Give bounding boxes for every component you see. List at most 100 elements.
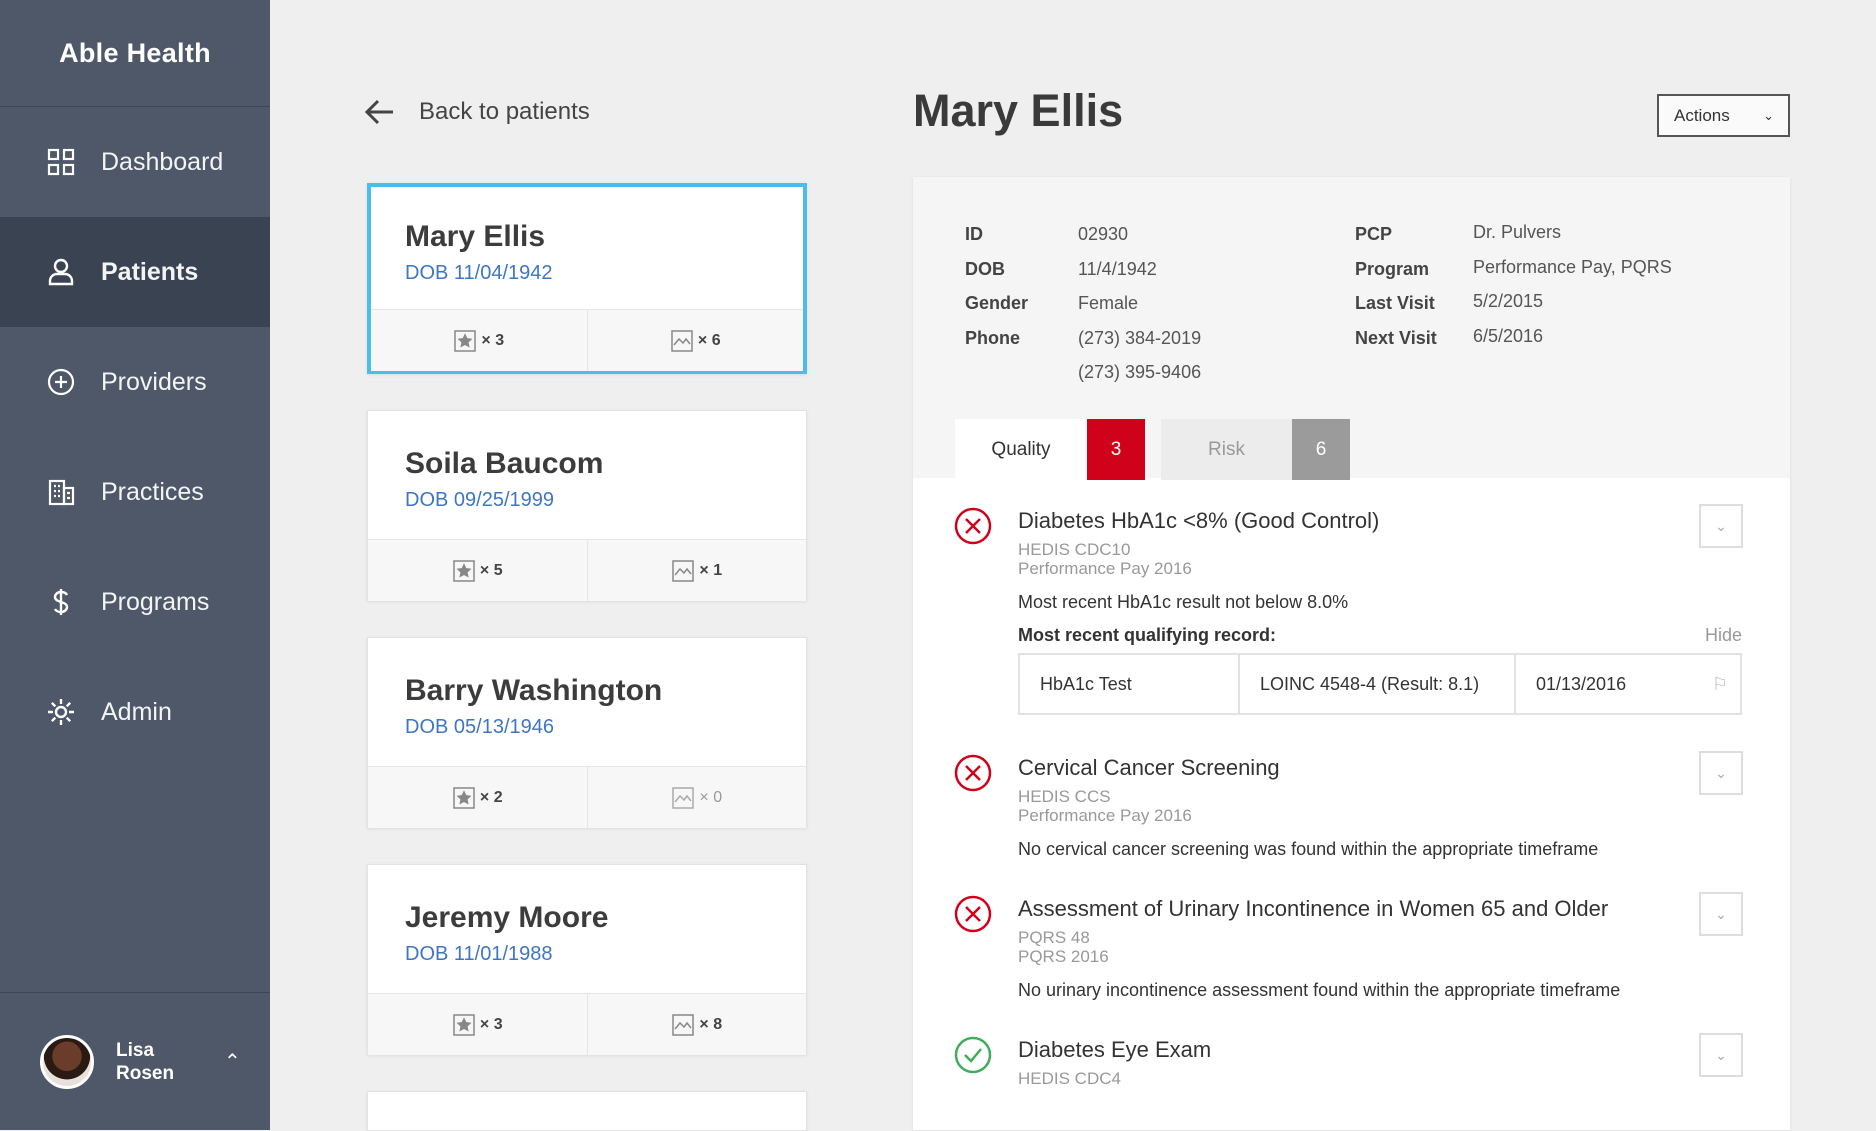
measure-item: Diabetes HbA1c <8% (Good Control) HEDIS … — [913, 504, 1790, 715]
measure-title: Assessment of Urinary Incontinence in Wo… — [1018, 896, 1609, 921]
chart-box-icon — [672, 1013, 695, 1036]
arrow-left-icon — [364, 99, 393, 125]
patient-dob: DOB 09/25/1999 — [405, 489, 554, 511]
patient-card[interactable] — [367, 1091, 807, 1131]
record-test: HbA1c Test — [1040, 673, 1132, 694]
measure-code: HEDIS CCS — [1018, 787, 1111, 806]
quality-count[interactable]: × 3 — [368, 994, 588, 1055]
risk-count[interactable]: × 6 — [588, 310, 804, 371]
patient-name: Soila Baucom — [405, 447, 604, 480]
building-icon — [48, 479, 75, 506]
patient-dob: DOB 11/04/1942 — [405, 262, 553, 284]
sidebar-item-providers[interactable]: Providers — [0, 327, 270, 437]
measure-title: Diabetes HbA1c <8% (Good Control) — [1018, 508, 1380, 533]
patient-name: Mary Ellis — [405, 220, 546, 253]
sidebar-item-label: Admin — [101, 697, 172, 726]
chevron-up-icon[interactable]: ⌃ — [224, 1049, 241, 1074]
patient-card[interactable]: Barry Washington DOB 05/13/1946 × 2 × 0 — [367, 637, 807, 828]
expand-toggle[interactable]: ⌄ — [1699, 504, 1743, 548]
fail-x-icon — [954, 507, 992, 545]
info-labels-left: ID DOB Gender Phone — [965, 224, 1029, 348]
info-labels-right: PCP Program Last Visit Next Visit — [1355, 224, 1437, 348]
info-values-left: 02930 11/4/1942 Female (273) 384-2019 (2… — [1078, 224, 1202, 382]
patient-card[interactable]: Jeremy Moore DOB 11/01/1988 × 3 × 8 — [367, 864, 807, 1055]
sidebar-item-dashboard[interactable]: Dashboard — [0, 107, 270, 217]
person-icon — [48, 258, 74, 286]
hide-link[interactable]: Hide — [1705, 625, 1742, 646]
measure-code: HEDIS CDC10 — [1018, 540, 1131, 559]
page-title: Mary Ellis — [913, 85, 1124, 136]
record-heading: Most recent qualifying record: — [1018, 625, 1277, 645]
measure-code: HEDIS CDC4 — [1018, 1069, 1121, 1088]
sidebar-item-label: Providers — [101, 367, 207, 396]
actions-dropdown[interactable]: Actions ⌄ — [1657, 94, 1790, 137]
star-box-icon — [453, 1013, 475, 1036]
quality-count[interactable]: × 3 — [371, 310, 588, 371]
quality-count[interactable]: × 2 — [368, 767, 588, 828]
expand-toggle[interactable]: ⌄ — [1699, 751, 1743, 795]
risk-count-badge[interactable]: 6 — [1292, 419, 1350, 480]
tab-quality[interactable]: Quality — [955, 419, 1087, 480]
dollar-icon — [53, 589, 69, 615]
measure-item: Assessment of Urinary Incontinence in Wo… — [913, 892, 1790, 1001]
sidebar: Able Health Dashboard Patients Providers… — [0, 0, 270, 1130]
info-values-right: Dr. Pulvers Performance Pay, PQRS 5/2/20… — [1473, 222, 1672, 346]
fail-x-icon — [954, 754, 992, 792]
risk-count[interactable]: × 0 — [588, 767, 807, 828]
star-box-icon — [453, 786, 475, 809]
measure-program: PQRS 2016 — [1018, 947, 1109, 966]
quality-count[interactable]: × 5 — [368, 540, 588, 601]
star-box-icon — [453, 559, 475, 582]
patient-name: Jeremy Moore — [405, 901, 609, 934]
measure-program: Performance Pay 2016 — [1018, 806, 1192, 825]
plus-circle-icon — [47, 368, 75, 396]
actions-label: Actions — [1674, 105, 1730, 125]
avatar — [40, 1034, 94, 1089]
patient-list: Mary Ellis DOB 11/04/1942 × 3 × 6 Soila … — [367, 183, 807, 1131]
measure-title: Diabetes Eye Exam — [1018, 1037, 1212, 1062]
risk-count[interactable]: × 1 — [588, 540, 807, 601]
chart-box-icon — [672, 786, 695, 809]
patient-card[interactable]: Soila Baucom DOB 09/25/1999 × 5 × 1 — [367, 410, 807, 601]
gear-icon — [48, 699, 74, 725]
measure-list: Diabetes HbA1c <8% (Good Control) HEDIS … — [913, 478, 1790, 1088]
measure-title: Cervical Cancer Screening — [1018, 755, 1280, 780]
chart-box-icon — [672, 559, 695, 582]
patient-name: Barry Washington — [405, 674, 663, 707]
expand-toggle[interactable]: ⌄ — [1699, 1033, 1743, 1077]
sidebar-item-label: Programs — [101, 587, 210, 616]
fail-x-icon — [954, 895, 992, 933]
sidebar-item-admin[interactable]: Admin — [0, 657, 270, 767]
back-to-patients-link[interactable]: Back to patients — [363, 95, 590, 129]
brand-logo[interactable]: Able Health — [0, 0, 270, 107]
flag-icon[interactable]: ⚐ — [1712, 674, 1740, 695]
sidebar-item-label: Patients — [101, 257, 199, 286]
measure-program: Performance Pay 2016 — [1018, 559, 1192, 578]
patient-info: ID DOB Gender Phone 02930 11/4/1942 Fema… — [913, 177, 1790, 480]
quality-count-badge[interactable]: 3 — [1087, 419, 1145, 480]
grid-icon — [47, 148, 75, 176]
user-menu[interactable]: Lisa Rosen ⌃ — [0, 992, 270, 1130]
patient-detail-panel: ID DOB Gender Phone 02930 11/4/1942 Fema… — [913, 177, 1790, 1130]
chevron-down-icon: ⌄ — [1763, 107, 1774, 123]
sidebar-item-label: Practices — [101, 477, 204, 506]
record-row: HbA1c Test LOINC 4548-4 (Result: 8.1) 01… — [1018, 653, 1742, 715]
tab-risk[interactable]: Risk — [1161, 419, 1292, 480]
sidebar-item-practices[interactable]: Practices — [0, 437, 270, 547]
chart-box-icon — [671, 329, 693, 352]
record-date: 01/13/2016 — [1536, 673, 1627, 694]
patient-card[interactable]: Mary Ellis DOB 11/04/1942 × 3 × 6 — [367, 183, 807, 374]
measure-description: No urinary incontinence assessment found… — [1018, 980, 1621, 1000]
risk-count[interactable]: × 8 — [588, 994, 807, 1055]
sidebar-item-programs[interactable]: Programs — [0, 547, 270, 657]
patient-dob: DOB 11/01/1988 — [405, 943, 553, 965]
measure-item: Cervical Cancer Screening HEDIS CCS Perf… — [913, 751, 1790, 860]
record-loinc: LOINC 4548-4 (Result: 8.1) — [1238, 655, 1514, 713]
user-name: Lisa Rosen — [116, 1039, 175, 1084]
measure-description: No cervical cancer screening was found w… — [1018, 839, 1599, 859]
expand-toggle[interactable]: ⌄ — [1699, 892, 1743, 936]
back-label: Back to patients — [419, 98, 590, 125]
sidebar-item-patients[interactable]: Patients — [0, 217, 270, 327]
measure-item: Diabetes Eye Exam HEDIS CDC4 ⌄ — [913, 1033, 1790, 1088]
star-box-icon — [454, 329, 477, 352]
